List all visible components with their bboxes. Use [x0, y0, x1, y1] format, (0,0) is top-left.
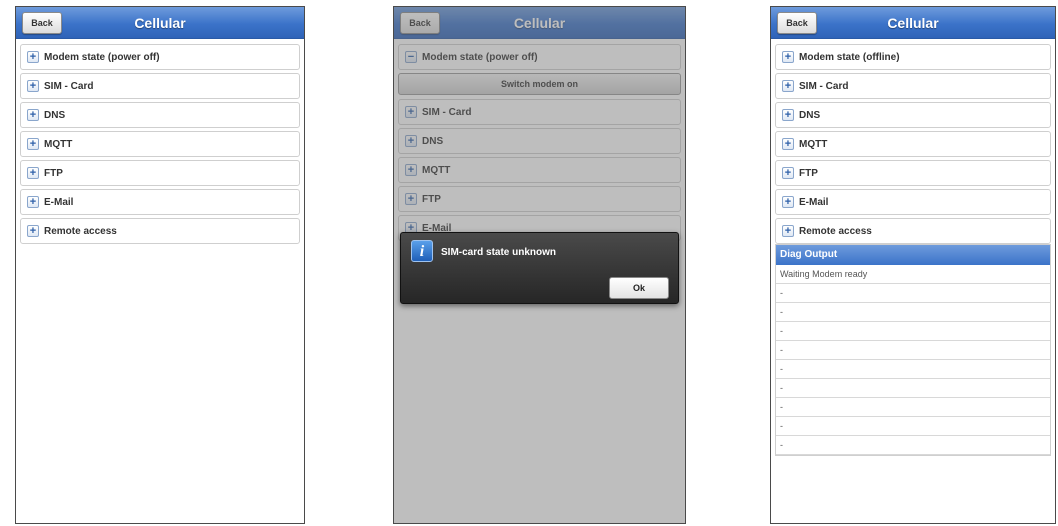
settings-list: + Modem state (offline) + SIM - Card + D…	[775, 44, 1051, 247]
header-bar: Back Cellular	[771, 7, 1055, 39]
item-label: MQTT	[44, 138, 73, 150]
diag-line: -	[776, 360, 1050, 379]
expand-icon: +	[27, 138, 39, 150]
list-item-modem-state[interactable]: + Modem state (power off)	[20, 44, 300, 70]
list-item-ftp[interactable]: + FTP	[20, 160, 300, 186]
diag-line: -	[776, 341, 1050, 360]
alert-dialog: i SIM-card state unknown Ok	[400, 232, 679, 304]
expand-icon: +	[27, 225, 39, 237]
expand-icon: +	[782, 196, 794, 208]
list-item-sim-card[interactable]: + SIM - Card	[775, 73, 1051, 99]
list-item-email[interactable]: + E-Mail	[20, 189, 300, 215]
item-label: E-Mail	[44, 196, 74, 208]
item-label: Remote access	[44, 225, 117, 237]
dialog-message: SIM-card state unknown	[441, 247, 557, 258]
list-item-modem-state[interactable]: + Modem state (offline)	[775, 44, 1051, 70]
expand-icon: +	[782, 80, 794, 92]
expand-icon: +	[27, 51, 39, 63]
list-item-remote-access[interactable]: + Remote access	[20, 218, 300, 244]
diag-line: -	[776, 284, 1050, 303]
page-title: Cellular	[134, 15, 186, 31]
diag-line: -	[776, 322, 1050, 341]
expand-icon: +	[782, 109, 794, 121]
settings-list: + Modem state (power off) + SIM - Card +…	[20, 44, 300, 247]
back-button[interactable]: Back	[777, 12, 817, 34]
item-label: Modem state (offline)	[799, 51, 900, 63]
page-title: Cellular	[887, 15, 939, 31]
diag-line: Waiting Modem ready	[776, 265, 1050, 284]
expand-icon: +	[27, 109, 39, 121]
expand-icon: +	[782, 51, 794, 63]
diag-line: -	[776, 398, 1050, 417]
phone-screen-1: Back Cellular + Modem state (power off) …	[15, 6, 305, 524]
item-label: DNS	[44, 109, 66, 121]
item-label: Remote access	[799, 225, 872, 237]
expand-icon: +	[782, 225, 794, 237]
list-item-sim-card[interactable]: + SIM - Card	[20, 73, 300, 99]
expand-icon: +	[782, 167, 794, 179]
back-button[interactable]: Back	[22, 12, 62, 34]
expand-icon: +	[27, 167, 39, 179]
diag-output-header: Diag Output	[776, 245, 1050, 265]
expand-icon: +	[27, 80, 39, 92]
diag-line: -	[776, 417, 1050, 436]
list-item-email[interactable]: + E-Mail	[775, 189, 1051, 215]
list-item-remote-access[interactable]: + Remote access	[775, 218, 1051, 244]
diag-line: -	[776, 379, 1050, 398]
item-label: MQTT	[799, 138, 828, 150]
list-item-mqtt[interactable]: + MQTT	[775, 131, 1051, 157]
info-icon: i	[411, 240, 433, 262]
list-item-dns[interactable]: + DNS	[775, 102, 1051, 128]
expand-icon: +	[782, 138, 794, 150]
item-label: SIM - Card	[44, 80, 94, 92]
phone-screen-3: Back Cellular + Modem state (offline) + …	[770, 6, 1056, 524]
list-item-dns[interactable]: + DNS	[20, 102, 300, 128]
item-label: SIM - Card	[799, 80, 849, 92]
list-item-mqtt[interactable]: + MQTT	[20, 131, 300, 157]
diag-line: -	[776, 303, 1050, 322]
diag-output-panel: Diag Output Waiting Modem ready - - - - …	[775, 244, 1051, 456]
item-label: FTP	[799, 167, 818, 179]
list-item-ftp[interactable]: + FTP	[775, 160, 1051, 186]
expand-icon: +	[27, 196, 39, 208]
header-bar: Back Cellular	[16, 7, 304, 39]
item-label: E-Mail	[799, 196, 829, 208]
item-label: DNS	[799, 109, 821, 121]
item-label: FTP	[44, 167, 63, 179]
phone-screen-2: Back Cellular − Modem state (power off) …	[393, 6, 686, 524]
ok-button[interactable]: Ok	[609, 277, 669, 299]
diag-line: -	[776, 436, 1050, 455]
item-label: Modem state (power off)	[44, 51, 160, 63]
